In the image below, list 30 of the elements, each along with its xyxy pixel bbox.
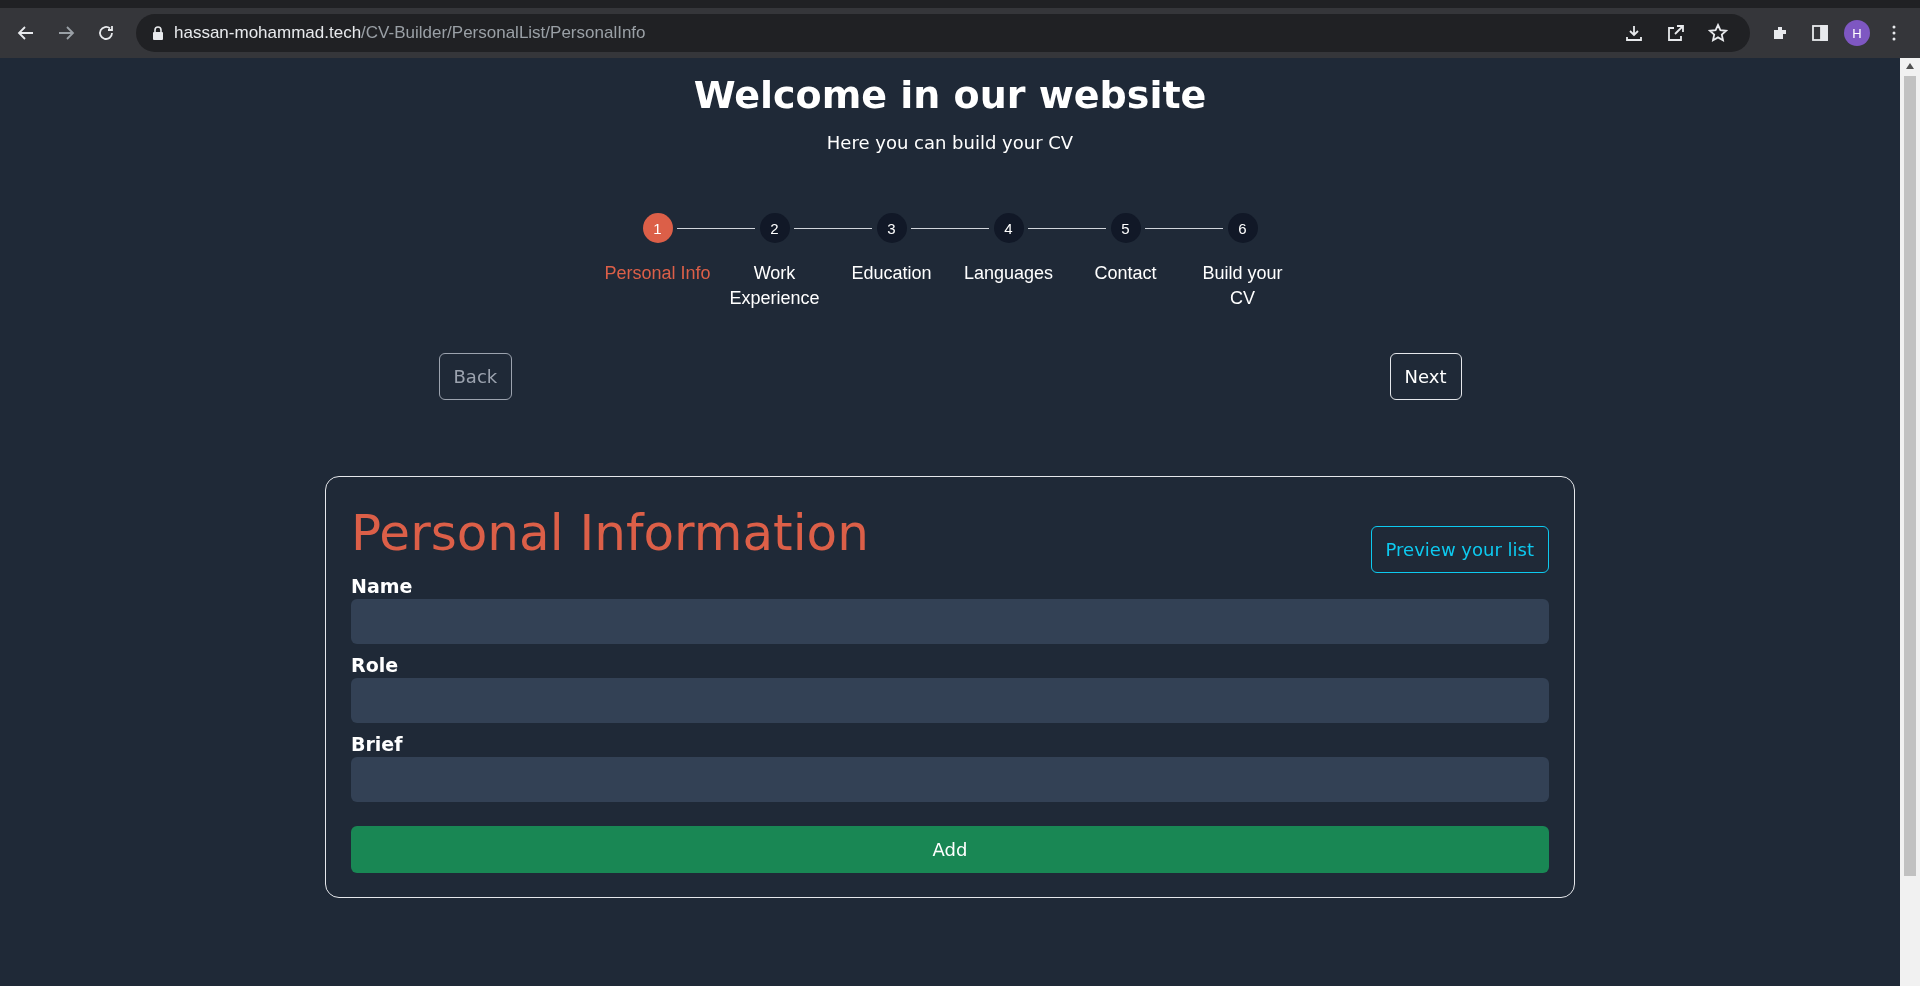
url-text: hassan-mohammad.tech/CV-Builder/PersonalList/PersonalInfo bbox=[174, 23, 646, 43]
step-number[interactable]: 5 bbox=[1110, 213, 1141, 243]
page-title: Welcome in our website bbox=[693, 72, 1207, 119]
page-subtitle: Here you can build your CV bbox=[826, 132, 1074, 153]
scrollbar-thumb[interactable] bbox=[1904, 76, 1916, 876]
preview-button[interactable]: Preview your list bbox=[1370, 526, 1549, 573]
lock-icon bbox=[152, 26, 164, 40]
step-label[interactable]: Contact bbox=[1070, 261, 1181, 286]
scroll-up-icon[interactable] bbox=[1905, 62, 1915, 70]
profile-avatar[interactable]: H bbox=[1844, 20, 1870, 46]
step-number[interactable]: 1 bbox=[642, 213, 673, 243]
input-field[interactable] bbox=[351, 599, 1549, 644]
step-label[interactable]: Personal Info bbox=[602, 261, 713, 286]
step-number[interactable]: 2 bbox=[759, 213, 790, 243]
step-label[interactable]: Education bbox=[836, 261, 947, 286]
field-label: Role bbox=[351, 653, 400, 678]
add-button[interactable]: Add bbox=[351, 826, 1549, 873]
input-field[interactable] bbox=[351, 678, 1549, 723]
step-number[interactable]: 6 bbox=[1227, 213, 1258, 243]
step-number[interactable]: 4 bbox=[993, 213, 1024, 243]
input-field[interactable] bbox=[351, 757, 1549, 802]
step-label[interactable]: Work Experience bbox=[719, 261, 830, 311]
next-button[interactable]: Next bbox=[1389, 353, 1462, 400]
card-title: Personal Information bbox=[351, 503, 869, 563]
step-label[interactable]: Languages bbox=[953, 261, 1064, 286]
field-label: Name bbox=[351, 574, 414, 599]
step-label[interactable]: Build your CV bbox=[1187, 261, 1298, 311]
step-number[interactable]: 3 bbox=[876, 213, 907, 243]
address-bar[interactable]: hassan-mohammad.tech/CV-Builder/PersonalList/PersonalInfo bbox=[136, 14, 1750, 52]
field-label: Brief bbox=[351, 732, 404, 757]
